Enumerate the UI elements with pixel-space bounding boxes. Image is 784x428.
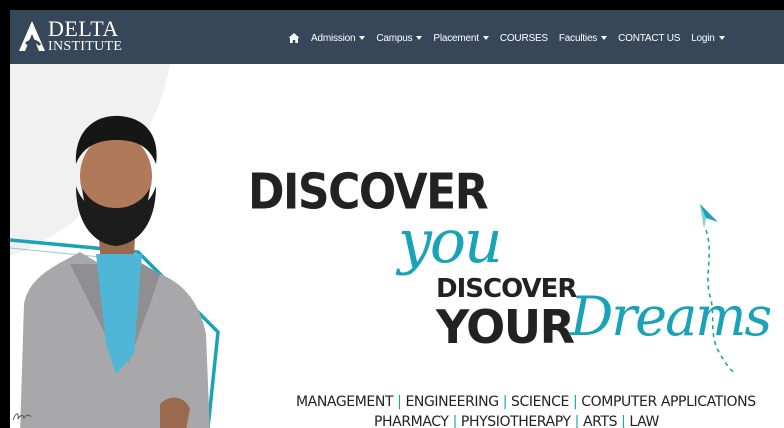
stream-separator: | — [502, 394, 508, 410]
stream-separator: | — [621, 414, 626, 428]
chevron-down-icon — [482, 36, 489, 40]
nav-home[interactable] — [288, 32, 300, 44]
stream-item: SCIENCE — [511, 394, 569, 410]
stream-item: ARTS — [582, 414, 618, 428]
stream-item: ENGINEERING — [405, 394, 499, 410]
stream-separator: | — [397, 394, 402, 410]
headline-your: YOUR — [436, 300, 575, 354]
stream-separator: | — [452, 414, 458, 428]
stream-item: LAW — [629, 414, 659, 428]
stream-item: MANAGEMENT — [296, 394, 394, 410]
chevron-down-icon — [359, 36, 366, 40]
headline-you-script: you — [398, 207, 503, 277]
paper-plane-icon — [700, 204, 737, 374]
nav-contact-us-label: CONTACT US — [618, 32, 681, 44]
stream-separator: | — [574, 414, 580, 428]
nav-campus[interactable]: Campus — [376, 32, 423, 44]
chevron-down-icon — [416, 36, 423, 40]
nav-contact-us[interactable]: CONTACT US — [618, 33, 680, 44]
home-icon — [288, 33, 300, 43]
nav-faculties[interactable]: Faculties — [558, 32, 608, 44]
nav-placement[interactable]: Placement — [433, 32, 489, 44]
nav-faculties-label: Faculties — [558, 32, 598, 44]
headline-discover-2: DISCOVER — [436, 274, 577, 304]
chevron-down-icon — [718, 36, 725, 40]
main-menu: Admission Campus Placement COURSES Facul… — [288, 28, 725, 48]
stream-item: COMPUTER APPLICATIONS — [581, 394, 756, 410]
stream-item: PHYSIOTHERAPY — [460, 414, 571, 428]
hero-banner[interactable]: DISCOVER you DISCOVER YOUR Dreams MANAGE… — [10, 64, 784, 428]
nav-campus-label: Campus — [376, 32, 413, 44]
nav-login-label: Login — [691, 32, 715, 44]
ambassador-photo — [20, 115, 210, 428]
signature-mark — [12, 413, 32, 421]
brand-name: DELTA INSTITUTE — [48, 18, 122, 54]
nav-courses[interactable]: COURSES — [500, 33, 548, 44]
stream-separator: | — [572, 394, 578, 410]
nav-admission[interactable]: Admission — [311, 32, 366, 44]
stream-item: PHARMACY — [374, 414, 449, 428]
browser-viewport: DELTA INSTITUTE Admission Campus Placeme… — [10, 10, 784, 428]
chevron-down-icon — [601, 36, 608, 40]
delta-logo-icon — [19, 21, 45, 51]
streams-line-2: PHARMACY | PHYSIOTHERAPY | ARTS | LAW — [374, 414, 659, 428]
nav-courses-label: COURSES — [499, 32, 548, 44]
nav-admission-label: Admission — [311, 32, 356, 44]
nav-login[interactable]: Login — [691, 32, 725, 44]
brand-line-1: DELTA — [48, 16, 119, 41]
headline-dreams-script: Dreams — [570, 285, 772, 348]
brand-line-2: INSTITUTE — [48, 39, 123, 54]
nav-placement-label: Placement — [433, 32, 479, 44]
streams-line-1: MANAGEMENT | ENGINEERING | SCIENCE | COMPUTER … — [296, 394, 756, 410]
top-navbar: DELTA INSTITUTE Admission Campus Placeme… — [10, 10, 784, 64]
